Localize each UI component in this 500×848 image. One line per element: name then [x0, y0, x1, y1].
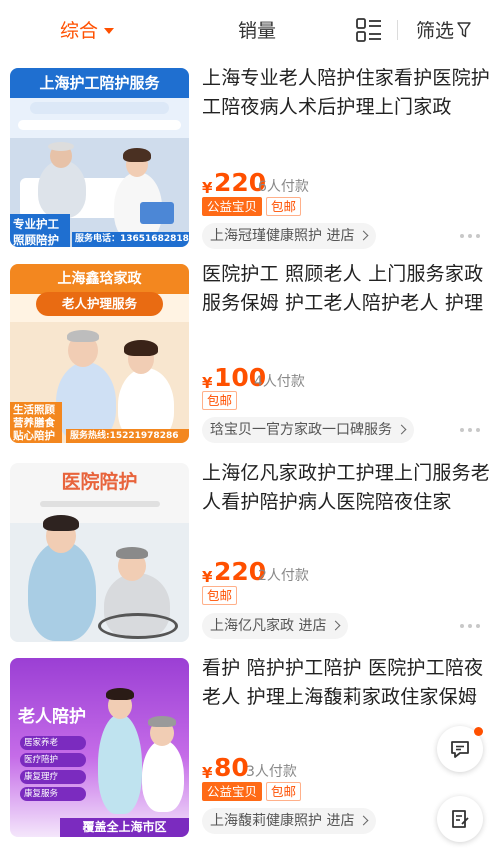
service-item: 居家养老 [20, 736, 86, 750]
funnel-icon[interactable] [457, 22, 471, 38]
list-view-icon[interactable] [356, 18, 382, 42]
product-image[interactable]: 医院陪护 [10, 463, 189, 642]
image-footer: 覆盖全上海市区 [60, 818, 189, 837]
price-value: 80 [214, 753, 249, 782]
tab-filter[interactable]: 筛选 [416, 0, 454, 60]
free-shipping-tag: 包邮 [202, 391, 238, 410]
edit-icon [452, 810, 469, 828]
charity-tag: 公益宝贝 [202, 782, 263, 801]
sold-count: 4人付款 [254, 374, 305, 390]
product-card[interactable]: 上海护工陪护服务 专业护工 照顾陪护 服务电话：13651682818 上海专业… [0, 60, 500, 256]
image-banner: 上海护工陪护服务 [10, 68, 189, 98]
feedback-button[interactable] [437, 796, 483, 842]
image-banner: 医院陪护 [61, 471, 138, 493]
product-image[interactable]: 上海护工陪护服务 专业护工 照顾陪护 服务电话：13651682818 [10, 68, 189, 247]
sort-bar: 综合 销量 筛选 [0, 0, 500, 60]
product-card[interactable]: 上海鑫琀家政 老人护理服务 生活照顾 营养膳食 贴心陪护 服务热线:152219… [0, 256, 500, 452]
product-title[interactable]: 上海亿凡家政护工护理上门服务老人看护陪护病人医院陪夜住家 [202, 459, 494, 517]
service-item: 康复理疗 [20, 770, 86, 784]
shop-link[interactable]: 上海冠瑾健康照护 进店 [202, 223, 377, 249]
shop-link[interactable]: 琀宝贝一官方家政一口碑服务 [202, 417, 414, 443]
notification-dot [474, 727, 483, 736]
image-caption: 专业护工 照顾陪护 [10, 214, 70, 247]
product-title[interactable]: 看护 陪护护工陪护 医院护工陪夜老人 护理上海馥莉家政住家保姆 [202, 654, 494, 712]
shop-name: 上海冠瑾健康照护 进店 [210, 228, 355, 244]
product-title[interactable]: 医院护工 照顾老人 上门服务家政服务保姆 护工老人陪护老人 护理 [202, 260, 494, 318]
caret-down-icon[interactable] [104, 28, 114, 34]
tab-sales[interactable]: 销量 [238, 0, 276, 60]
chat-icon [451, 741, 469, 758]
product-card[interactable]: 医院陪护 上海亿凡家政护工护理上门服务老人看护陪护病人医院陪夜住家 ¥ 220 … [0, 455, 500, 651]
currency-symbol: ¥ [202, 179, 213, 197]
chevron-right-icon [331, 620, 341, 631]
price-row: ¥ 220 6人付款 [202, 168, 462, 198]
image-caption: 生活照顾 营养膳食 贴心陪护 [10, 402, 62, 443]
currency-symbol: ¥ [202, 568, 213, 586]
currency-symbol: ¥ [202, 374, 213, 392]
free-shipping-tag: 包邮 [266, 197, 302, 216]
product-image[interactable]: 老人陪护 居家养老 医疗陪护 康复理疗 康复服务 覆盖全上海市区 [10, 658, 189, 837]
shop-name: 上海馥莉健康照护 进店 [210, 813, 355, 829]
shop-link[interactable]: 上海亿凡家政 进店 [202, 613, 349, 639]
image-phone: 服务电话：13651682818 [72, 232, 189, 247]
sold-count: 2人付款 [258, 568, 309, 584]
free-shipping-tag: 包邮 [202, 586, 238, 605]
image-banner: 老人陪护 [18, 707, 86, 727]
service-list: 居家养老 医疗陪护 康复理疗 康复服务 [20, 736, 86, 806]
service-item: 医疗陪护 [20, 753, 86, 767]
currency-symbol: ¥ [202, 764, 213, 782]
price-row: ¥ 80 3人付款 [202, 753, 462, 783]
product-card[interactable]: 老人陪护 居家养老 医疗陪护 康复理疗 康复服务 覆盖全上海市区 看护 陪护护工… [0, 650, 500, 846]
image-subbanner: 老人护理服务 [36, 292, 163, 316]
tab-comprehensive[interactable]: 综合 [60, 0, 98, 60]
free-shipping-tag: 包邮 [266, 782, 302, 801]
price-row: ¥ 220 2人付款 [202, 557, 462, 587]
product-image[interactable]: 上海鑫琀家政 老人护理服务 生活照顾 营养膳食 贴心陪护 服务热线:152219… [10, 264, 189, 443]
shop-link[interactable]: 上海馥莉健康照护 进店 [202, 808, 377, 834]
sold-count: 6人付款 [258, 179, 309, 195]
chevron-right-icon [359, 230, 369, 241]
more-options-icon[interactable] [460, 624, 482, 630]
price-row: ¥ 100 4人付款 [202, 363, 462, 393]
service-item: 康复服务 [20, 787, 86, 801]
shop-name: 上海亿凡家政 进店 [210, 618, 327, 634]
divider [397, 20, 398, 40]
shop-name: 琀宝贝一官方家政一口碑服务 [210, 422, 392, 438]
chevron-right-icon [396, 424, 407, 435]
more-options-icon[interactable] [460, 234, 482, 240]
more-options-icon[interactable] [460, 428, 482, 434]
image-phone: 服务热线:15221978286 [66, 429, 189, 443]
image-banner: 上海鑫琀家政 [10, 264, 189, 294]
product-title[interactable]: 上海专业老人陪护住家看护医院护工陪夜病人术后护理上门家政 [202, 64, 494, 122]
charity-tag: 公益宝贝 [202, 197, 263, 216]
chevron-right-icon [359, 815, 369, 826]
sold-count: 3人付款 [246, 764, 297, 780]
